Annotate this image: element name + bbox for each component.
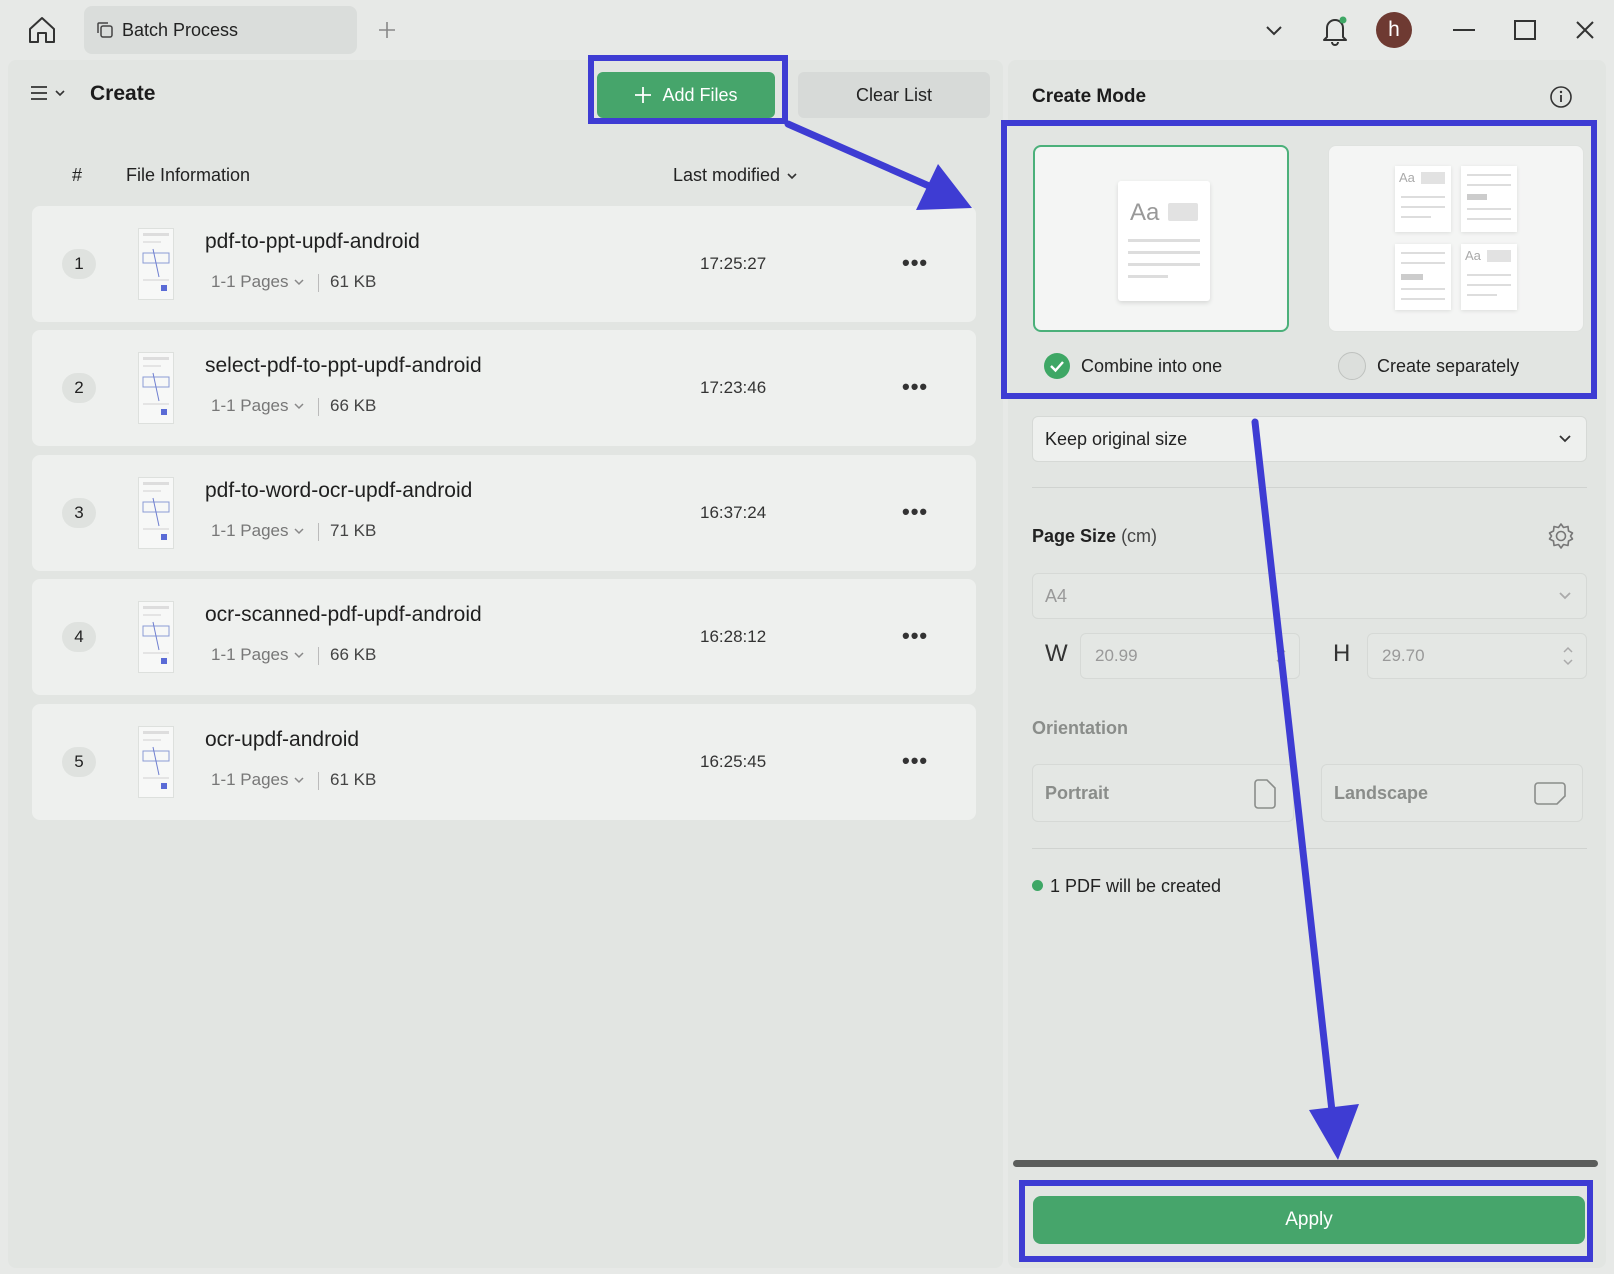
arrow-to-create-mode bbox=[784, 120, 972, 210]
annotation-arrows bbox=[784, 120, 1359, 1160]
arrow-to-apply bbox=[1251, 418, 1359, 1160]
